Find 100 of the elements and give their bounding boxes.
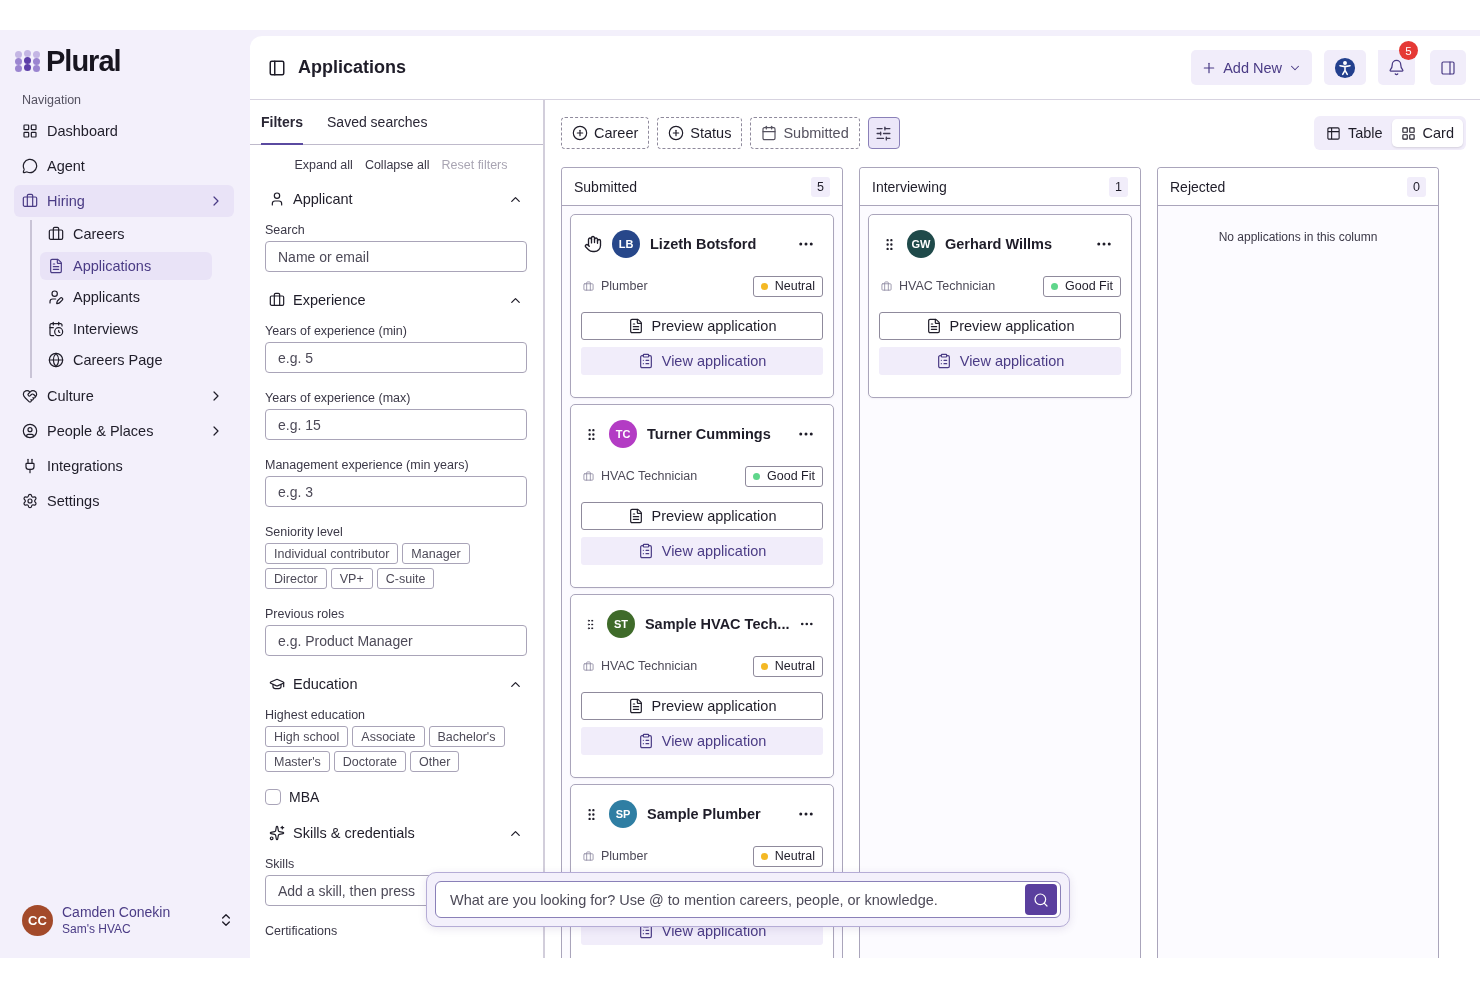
avatar: GW xyxy=(907,230,935,258)
nav-item[interactable]: Agent xyxy=(14,150,234,182)
nav-item[interactable]: Integrations xyxy=(14,449,234,482)
input-field[interactable]: e.g. 3 xyxy=(265,476,527,507)
applicant-name: Gerhard Willms xyxy=(945,236,1054,252)
application-card[interactable]: TC Turner Cummings HVAC Technician Good Fit Preview application View application xyxy=(570,404,834,588)
filter-action[interactable]: Collapse all xyxy=(364,158,430,172)
filter-chip[interactable]: Career xyxy=(561,117,650,149)
section-title: Skills & credentials xyxy=(293,825,416,841)
field-label: Search xyxy=(265,222,306,238)
user-icon xyxy=(269,191,285,207)
clipboard-icon xyxy=(637,543,654,559)
option-chip[interactable]: Director xyxy=(265,568,327,589)
document-icon xyxy=(627,318,644,334)
option-chip[interactable]: Manager xyxy=(402,543,470,564)
option-chip[interactable]: Other xyxy=(410,751,460,772)
field-label: Certifications xyxy=(265,923,339,939)
sidebar-toggle-icon[interactable] xyxy=(268,58,286,77)
fit-tag: Good Fit xyxy=(745,465,823,487)
nav-subitem[interactable]: Careers Page xyxy=(40,346,212,374)
filter-tab[interactable]: Saved searches xyxy=(327,100,428,145)
application-card[interactable]: ST Sample HVAC Tech... HVAC Technician Neutral Preview application View application xyxy=(570,594,834,778)
nav-subitem[interactable]: Interviews xyxy=(40,314,212,343)
view-button[interactable]: View application xyxy=(581,727,823,755)
accessibility-button[interactable] xyxy=(1324,50,1366,85)
preview-button[interactable]: Preview application xyxy=(581,692,823,720)
role-text: HVAC Technician xyxy=(601,659,699,673)
input-field[interactable]: e.g. Product Manager xyxy=(265,625,527,656)
field-label: Skills xyxy=(265,856,296,872)
add-new-button[interactable]: Add New xyxy=(1191,50,1312,85)
clipboard-icon xyxy=(935,353,952,369)
document-icon xyxy=(627,698,644,714)
chat-bubble-icon xyxy=(22,158,38,174)
nav-item[interactable]: People & Places xyxy=(14,414,234,447)
section-title: Experience xyxy=(293,292,367,308)
column-count: 0 xyxy=(1407,176,1426,197)
page-title: Applications xyxy=(298,57,407,78)
avatar: TC xyxy=(609,420,637,448)
preview-button[interactable]: Preview application xyxy=(581,502,823,530)
field-label: Years of experience (max) xyxy=(265,390,412,406)
option-chip[interactable]: Individual contributor xyxy=(265,543,399,564)
fit-tag: Neutral xyxy=(752,845,823,867)
view-button[interactable]: View application xyxy=(581,537,823,565)
search-button[interactable] xyxy=(1025,884,1057,915)
filter-chip[interactable]: Submitted xyxy=(750,117,860,149)
user-pen-icon xyxy=(48,289,64,305)
nav-item[interactable]: Hiring xyxy=(14,185,234,217)
input-field[interactable]: e.g. 5 xyxy=(265,342,527,373)
preview-button[interactable]: Preview application xyxy=(581,312,823,340)
option-chip[interactable]: VP+ xyxy=(330,568,373,589)
option-chip[interactable]: Doctorate xyxy=(333,751,407,772)
plug-icon xyxy=(22,457,38,474)
filter-tab[interactable]: Filters xyxy=(261,100,303,145)
preview-button[interactable]: Preview application xyxy=(879,312,1121,340)
filter-action[interactable]: Expand all xyxy=(294,158,353,172)
plus-circle-icon xyxy=(572,125,588,141)
notification-badge: 5 xyxy=(1399,41,1418,60)
briefcase-icon xyxy=(881,280,892,292)
nav-item[interactable]: Settings xyxy=(14,484,234,517)
option-chip[interactable]: High school xyxy=(265,726,349,747)
view-button[interactable]: View application xyxy=(581,347,823,375)
nav-subitem[interactable]: Applicants xyxy=(40,283,212,311)
briefcase-icon xyxy=(48,226,64,242)
nav-subitem[interactable]: Applications xyxy=(40,251,212,280)
view-toggle[interactable]: Card xyxy=(1391,119,1463,147)
briefcase-icon xyxy=(583,280,594,292)
application-card[interactable]: LB Lizeth Botsford Plumber Neutral Preview application View application xyxy=(570,214,834,398)
filter-settings-button[interactable] xyxy=(867,117,900,149)
option-chip[interactable]: Master's xyxy=(265,751,330,772)
section-title: Education xyxy=(293,676,359,692)
nav-item[interactable]: Culture xyxy=(14,379,234,412)
applicant-name: Turner Cummings xyxy=(647,426,772,442)
briefcase-icon xyxy=(269,292,285,308)
panel-toggle-button[interactable] xyxy=(1430,50,1466,85)
view-button[interactable]: View application xyxy=(879,347,1121,375)
briefcase-icon xyxy=(22,193,38,209)
nav-subitem[interactable]: Careers xyxy=(40,220,212,248)
checkbox[interactable] xyxy=(265,789,281,805)
filter-chip[interactable]: Status xyxy=(657,117,743,149)
table-icon xyxy=(1325,125,1341,141)
applicant-name: Sample Plumber xyxy=(647,806,762,822)
graduation-cap-icon xyxy=(269,676,285,692)
input-field[interactable]: e.g. 15 xyxy=(265,409,527,440)
user-avatar: CC xyxy=(22,904,53,936)
nav-item[interactable]: Dashboard xyxy=(14,115,234,147)
option-chip[interactable]: Associate xyxy=(352,726,425,747)
notifications-button[interactable]: 5 xyxy=(1378,41,1418,85)
option-chip[interactable]: Bachelor's xyxy=(428,726,505,747)
assistant-input[interactable]: What are you looking for? Use @ to mention careers, people, or knowledge. xyxy=(435,881,1061,918)
input-field[interactable]: Name or email xyxy=(265,241,527,272)
user-name: Camden Conekin xyxy=(62,904,172,920)
accessibility-icon xyxy=(1334,56,1356,79)
brand-name: Plural xyxy=(46,44,121,78)
view-toggle[interactable]: Table xyxy=(1316,119,1392,147)
option-chip[interactable]: C-suite xyxy=(376,568,435,589)
application-card[interactable]: GW Gerhard Willms HVAC Technician Good Fit Preview application View application xyxy=(868,214,1132,398)
sparkles-icon xyxy=(269,825,285,841)
field-label: Seniority level xyxy=(265,524,344,540)
section-title: Applicant xyxy=(293,191,354,207)
calendar-icon xyxy=(761,125,778,141)
